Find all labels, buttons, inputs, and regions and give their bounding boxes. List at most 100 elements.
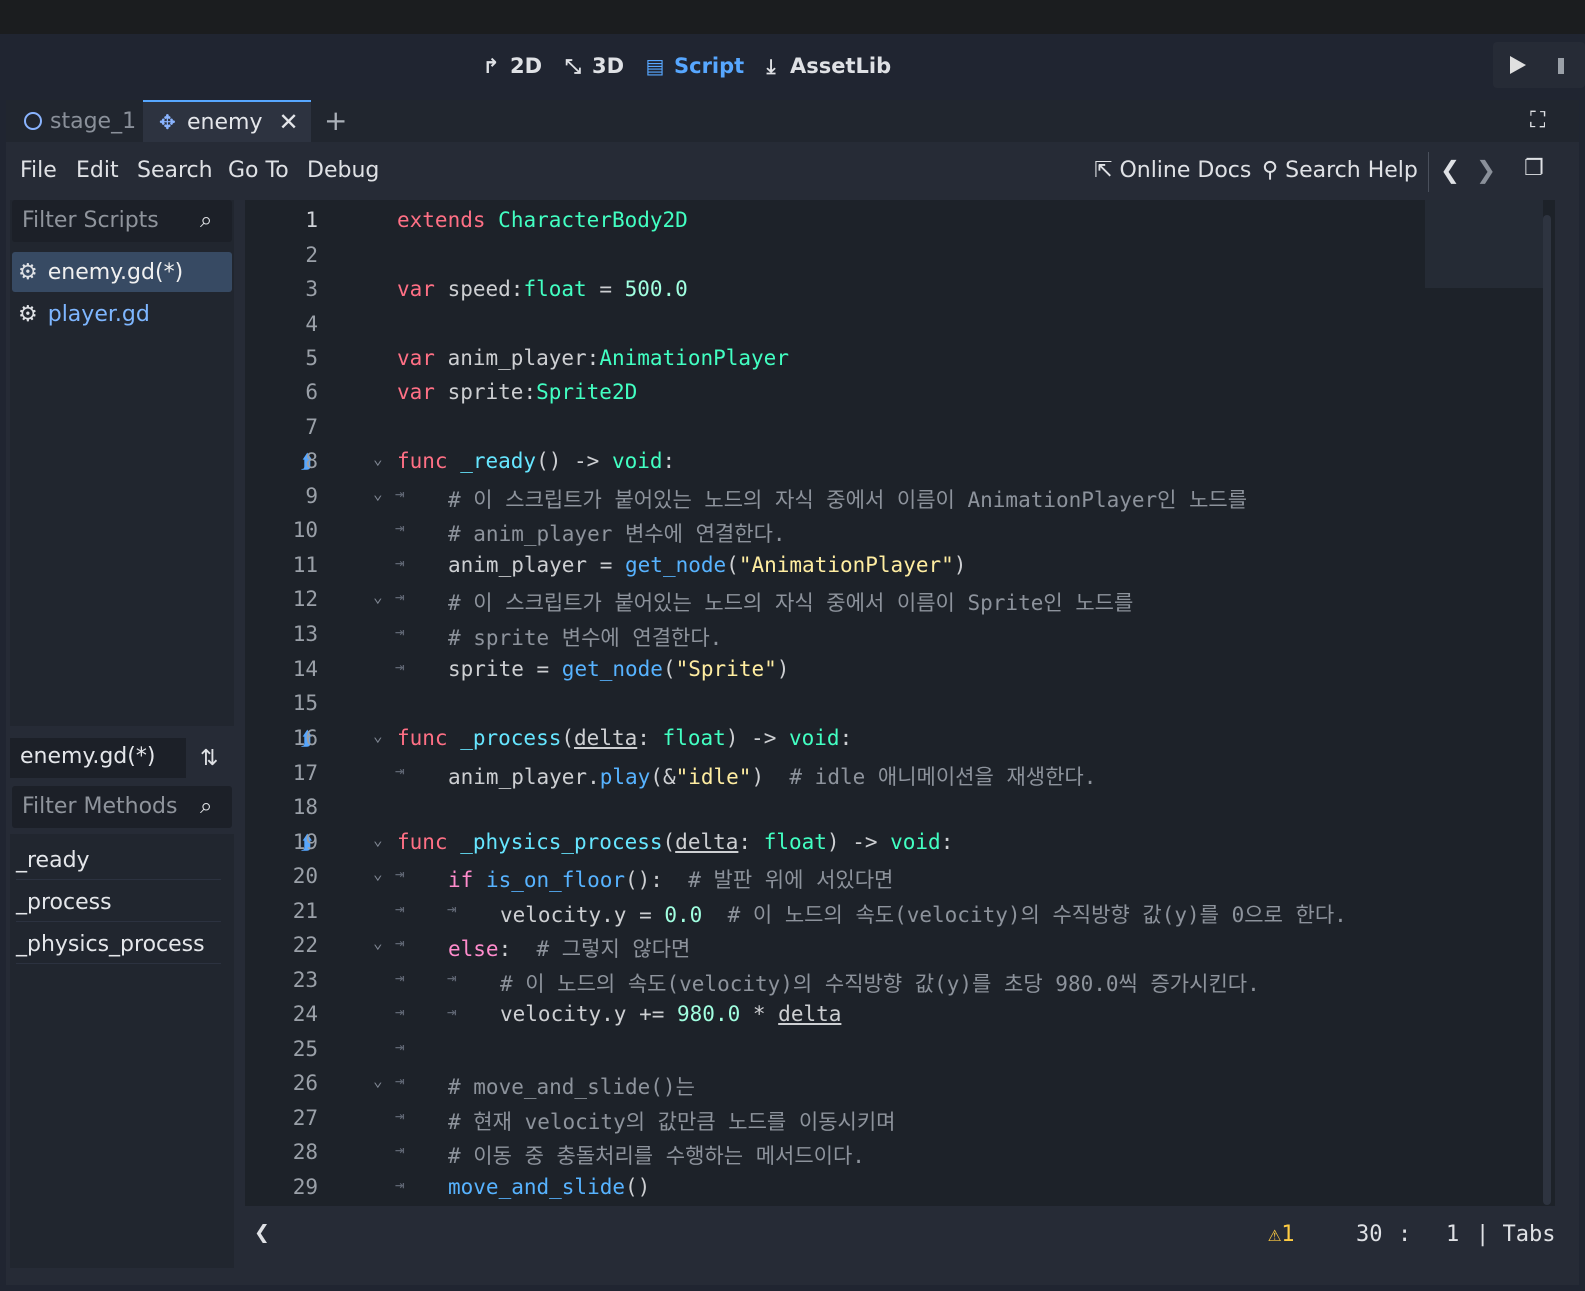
code-token: float bbox=[662, 726, 726, 750]
fullscreen-icon[interactable]: ⛶ bbox=[1530, 108, 1545, 133]
code-line: 13 ⇥ # sprite 변수에 연결한다. bbox=[245, 622, 1425, 656]
script-icon: ▤ bbox=[645, 54, 665, 78]
code-token: var bbox=[397, 277, 435, 301]
code-comment: # 이 노드의 속도(velocity)의 수직방향 값(y)를 초당 980.… bbox=[500, 972, 1260, 996]
code-minimap[interactable] bbox=[1425, 200, 1543, 288]
line-number: 27 bbox=[292, 1106, 318, 1130]
line-number: 17 bbox=[292, 761, 318, 785]
code-text: func _physics_process(delta: float) -> v… bbox=[397, 830, 954, 854]
code-text: anim_player = get_node("AnimationPlayer"… bbox=[448, 553, 966, 577]
code-line: 21 ⇥ ⇥ velocity.y = 0.0 # 이 노드의 속도(velocity… bbox=[245, 899, 1425, 933]
tab-marker-icon: ⇥ bbox=[395, 1106, 405, 1125]
menu-edit[interactable]: Edit bbox=[76, 158, 119, 183]
code-token: CharacterBody2D bbox=[498, 208, 688, 232]
code-line: 15 bbox=[245, 691, 1425, 725]
menu-debug[interactable]: Debug bbox=[307, 158, 379, 183]
menu-file[interactable]: File bbox=[20, 158, 57, 183]
line-number: 22 bbox=[292, 933, 318, 957]
method-item-ready[interactable]: _ready bbox=[16, 838, 221, 880]
code-token: velocity.y += bbox=[500, 1002, 678, 1026]
code-token: speed: bbox=[434, 277, 524, 301]
code-line: 9 ⌄ ⇥ # 이 스크립트가 붙어있는 노드의 자식 중에서 이름이 Animati… bbox=[245, 484, 1425, 518]
code-line: 14 ⇥ sprite = get_node("Sprite") bbox=[245, 657, 1425, 691]
code-line: 25 ⇥ bbox=[245, 1037, 1425, 1071]
code-token: : bbox=[498, 937, 537, 961]
assetlib-icon: ⤓ bbox=[766, 54, 776, 78]
fold-icon[interactable]: ⌄ bbox=[373, 1071, 383, 1090]
tab-stage-1[interactable]: stage_1 bbox=[14, 100, 142, 142]
fold-icon[interactable]: ⌄ bbox=[373, 933, 383, 952]
tab-marker-icon: ⇥ bbox=[395, 622, 405, 641]
online-docs-label: Online Docs bbox=[1119, 158, 1252, 183]
code-line: 10 ⇥ # anim_player 변수에 연결한다. bbox=[245, 518, 1425, 552]
menu-search[interactable]: Search bbox=[137, 158, 213, 183]
code-token: # idle 애니메이션을 재생한다. bbox=[789, 765, 1097, 789]
workspace-script-button[interactable]: ▤ Script bbox=[644, 50, 745, 82]
method-item-process[interactable]: _process bbox=[16, 880, 221, 922]
tab-marker-icon: ⇥ bbox=[395, 761, 405, 780]
fold-icon[interactable]: ⌄ bbox=[373, 484, 383, 503]
forward-icon[interactable]: ❯ bbox=[1476, 156, 1496, 184]
code-token: anim_player: bbox=[434, 346, 600, 370]
code-token: _process bbox=[447, 726, 562, 750]
code-line: 12 ⌄ ⇥ # 이 스크립트가 붙어있는 노드의 자식 중에서 이름이 Sprite… bbox=[245, 587, 1425, 621]
filter-scripts-input[interactable]: Filter Scripts bbox=[12, 200, 232, 242]
online-docs-button[interactable]: ⇱ Online Docs bbox=[1094, 158, 1251, 183]
sort-icon[interactable]: ⇅ bbox=[200, 746, 218, 771]
fold-icon[interactable]: ⌄ bbox=[373, 830, 383, 849]
back-icon[interactable]: ❮ bbox=[1440, 156, 1460, 184]
workspace-assetlib-button[interactable]: ⤓ AssetLib bbox=[760, 50, 892, 82]
code-text: velocity.y += 980.0 * delta bbox=[500, 1002, 841, 1026]
fold-icon[interactable]: ⌄ bbox=[373, 726, 383, 745]
close-icon[interactable]: ✕ bbox=[278, 108, 298, 136]
line-number: 11 bbox=[292, 553, 318, 577]
search-help-button[interactable]: ⚲ Search Help bbox=[1262, 158, 1418, 183]
workspace-2d-button[interactable]: ↱ 2D bbox=[480, 50, 542, 82]
workspace-script-label: Script bbox=[674, 54, 745, 78]
line-number: 5 bbox=[305, 346, 318, 370]
code-token: (& bbox=[650, 765, 676, 789]
code-token: () -> bbox=[536, 449, 612, 473]
warnings-indicator[interactable]: ⚠1 bbox=[1268, 1222, 1295, 1247]
window-top-strip bbox=[0, 0, 1585, 34]
line-number: 2 bbox=[305, 243, 318, 267]
workspace-3d-button[interactable]: ⤡ 3D bbox=[562, 50, 624, 82]
tab-marker-icon: ⇥ bbox=[395, 1002, 405, 1021]
script-item-player[interactable]: ⚙ player.gd bbox=[12, 294, 232, 334]
code-token: ) -> bbox=[826, 830, 891, 854]
script-item-enemy[interactable]: ⚙ enemy.gd(*) bbox=[12, 252, 232, 292]
pause-button[interactable] bbox=[1558, 58, 1564, 74]
script-item-label: player.gd bbox=[47, 301, 150, 327]
indent-mode[interactable]: | Tabs bbox=[1476, 1222, 1555, 1247]
line-number: 10 bbox=[292, 518, 318, 542]
toggle-panel-icon[interactable]: ❮ bbox=[254, 1218, 270, 1248]
menu-goto[interactable]: Go To bbox=[228, 158, 289, 183]
code-comment: # 이 스크립트가 붙어있는 노드의 자식 중에서 이름이 AnimationP… bbox=[448, 488, 1248, 512]
distraction-free-icon[interactable]: ❐ bbox=[1524, 156, 1544, 181]
code-line: 6 var sprite:Sprite2D bbox=[245, 380, 1425, 414]
line-number: 25 bbox=[292, 1037, 318, 1061]
editor-scrollbar[interactable] bbox=[1543, 215, 1551, 1205]
fold-icon[interactable]: ⌄ bbox=[373, 864, 383, 883]
line-number: 16 bbox=[292, 726, 318, 750]
code-token: func bbox=[397, 830, 448, 854]
code-token: # 그렇지 않다면 bbox=[536, 937, 691, 961]
code-comment: # 현재 velocity의 값만큼 노드를 이동시키며 bbox=[448, 1110, 896, 1134]
add-tab-icon[interactable]: + bbox=[324, 104, 347, 137]
tab-marker-icon: ⇥ bbox=[447, 968, 457, 987]
line-number: 12 bbox=[292, 587, 318, 611]
code-comment: # 이 스크립트가 붙어있는 노드의 자식 중에서 이름이 Sprite인 노드… bbox=[448, 591, 1134, 615]
fold-icon[interactable]: ⌄ bbox=[373, 449, 383, 468]
play-icon[interactable] bbox=[1510, 56, 1526, 74]
code-line: 18 bbox=[245, 795, 1425, 829]
code-token: 0.0 bbox=[664, 903, 703, 927]
workspace-assetlib-label: AssetLib bbox=[790, 54, 892, 78]
workspace-3d-label: 3D bbox=[592, 54, 625, 78]
tab-enemy[interactable]: ✥ enemy ✕ bbox=[143, 100, 311, 142]
line-number: 21 bbox=[292, 899, 318, 923]
line-number: 3 bbox=[305, 277, 318, 301]
code-line: 23 ⇥ ⇥ # 이 노드의 속도(velocity)의 수직방향 값(y)를 초당 … bbox=[245, 968, 1425, 1002]
filter-methods-input[interactable]: Filter Methods bbox=[12, 786, 232, 828]
method-item-physics-process[interactable]: _physics_process bbox=[16, 922, 221, 964]
fold-icon[interactable]: ⌄ bbox=[373, 587, 383, 606]
